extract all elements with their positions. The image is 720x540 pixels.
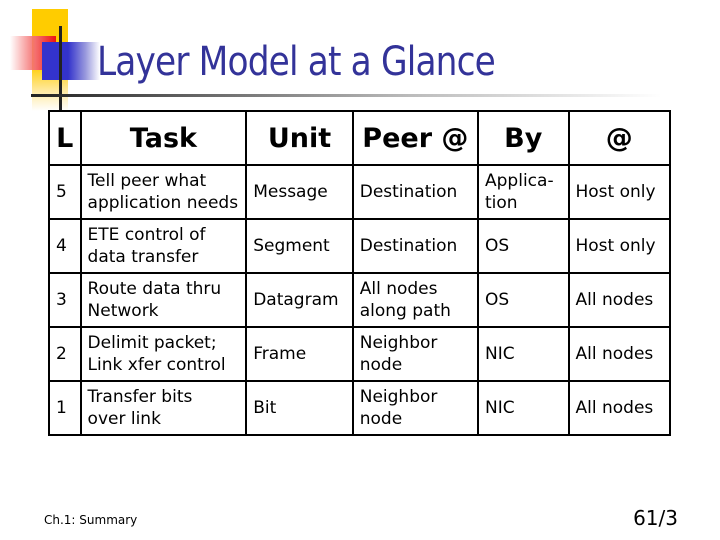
unit-cell: Message xyxy=(245,164,354,220)
cell-line: Delimit packet; xyxy=(87,333,217,353)
cell-line: Neighbor xyxy=(359,387,438,407)
decorative-blue-square xyxy=(42,42,100,80)
footer-chapter: Ch.1: Summary xyxy=(44,513,138,527)
by-cell: OS xyxy=(477,272,570,328)
cell-line: ETE control of xyxy=(87,225,206,245)
task-cell: ETE control of data transfer xyxy=(79,218,248,274)
layer-number: 3 xyxy=(48,272,82,328)
by-cell: NIC xyxy=(477,380,570,436)
cell-line: Network xyxy=(87,301,159,321)
table-row: 1 Transfer bits over link Bit Neighbor node NI… xyxy=(48,380,671,436)
peer-address-cell: Destination xyxy=(351,164,480,220)
unit-cell: Segment xyxy=(245,218,354,274)
page-number: 61/3 xyxy=(633,506,678,530)
task-cell: Transfer bits over link xyxy=(79,380,248,436)
cell-line: All nodes xyxy=(359,279,438,299)
cell-line: Neighbor xyxy=(359,333,438,353)
header-peer-address: Peer @ xyxy=(351,110,480,166)
header-task: Task xyxy=(79,110,248,166)
header-by: By xyxy=(477,110,570,166)
cell-line: NIC xyxy=(485,398,515,418)
address-cell: All nodes xyxy=(567,380,671,436)
cell-line: Link xfer control xyxy=(87,355,226,375)
cell-line: over link xyxy=(87,409,161,429)
title-underline xyxy=(31,94,661,97)
header-unit: Unit xyxy=(245,110,354,166)
table-row: 5 Tell peer what application needs Message D… xyxy=(48,164,671,220)
cell-line: data transfer xyxy=(87,247,199,267)
decorative-vertical-line xyxy=(59,26,62,110)
layer-model-table: L Task Unit Peer @ By @ 5 Tell peer what a… xyxy=(48,110,671,436)
layer-number: 5 xyxy=(48,164,82,220)
cell-line: node xyxy=(359,409,403,429)
by-cell: Applica-tion xyxy=(477,164,570,220)
layer-number: 2 xyxy=(48,326,82,382)
cell-line: Destination xyxy=(359,236,458,256)
slide-title: Layer Model at a Glance xyxy=(97,39,496,85)
header-layer: L xyxy=(48,110,82,166)
cell-line: OS xyxy=(485,236,510,256)
table-row: 4 ETE control of data transfer Segment Desti… xyxy=(48,218,671,274)
peer-address-cell: All nodes along path xyxy=(351,272,480,328)
task-cell: Route data thru Network xyxy=(79,272,248,328)
cell-line: node xyxy=(359,355,403,375)
by-cell: NIC xyxy=(477,326,570,382)
cell-line: Route data thru xyxy=(87,279,222,299)
unit-cell: Frame xyxy=(245,326,354,382)
header-address: @ xyxy=(567,110,671,166)
unit-cell: Datagram xyxy=(245,272,354,328)
cell-line: OS xyxy=(485,290,510,310)
cell-line: Applica- xyxy=(485,171,554,191)
address-cell: All nodes xyxy=(567,326,671,382)
peer-address-cell: Destination xyxy=(351,218,480,274)
table-header-row: L Task Unit Peer @ By @ xyxy=(48,110,671,166)
peer-address-cell: Neighbor node xyxy=(351,326,480,382)
address-cell: Host only xyxy=(567,164,671,220)
table-row: 2 Delimit packet; Link xfer control Frame Ne… xyxy=(48,326,671,382)
task-cell: Delimit packet; Link xfer control xyxy=(79,326,248,382)
task-cell: Tell peer what application needs xyxy=(79,164,248,220)
cell-line: NIC xyxy=(485,344,515,364)
unit-cell: Bit xyxy=(245,380,354,436)
cell-line: application needs xyxy=(87,193,239,213)
address-cell: All nodes xyxy=(567,272,671,328)
table-body: 5 Tell peer what application needs Message D… xyxy=(48,164,671,436)
layer-number: 4 xyxy=(48,218,82,274)
cell-line: Destination xyxy=(359,182,458,202)
peer-address-cell: Neighbor node xyxy=(351,380,480,436)
by-cell: OS xyxy=(477,218,570,274)
cell-line: Transfer bits xyxy=(87,387,193,407)
address-cell: Host only xyxy=(567,218,671,274)
cell-line: Tell peer what xyxy=(87,171,207,191)
layer-number: 1 xyxy=(48,380,82,436)
table-row: 3 Route data thru Network Datagram All nodes… xyxy=(48,272,671,328)
cell-line: tion xyxy=(485,193,518,213)
cell-line: along path xyxy=(359,301,451,321)
